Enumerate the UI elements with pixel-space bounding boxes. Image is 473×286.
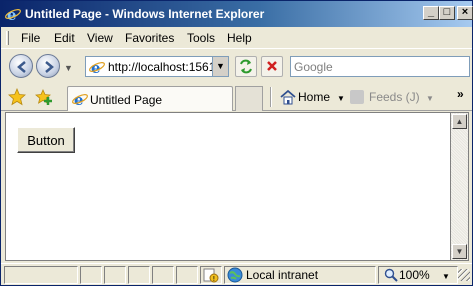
- favorites-star-icon[interactable]: [8, 87, 26, 109]
- menu-edit[interactable]: Edit: [54, 31, 75, 45]
- minimize-button[interactable]: _: [423, 6, 439, 20]
- svg-text:e: e: [74, 91, 84, 107]
- tab-page-icon: e: [72, 91, 88, 110]
- back-arrow-icon: [17, 61, 26, 73]
- menu-file[interactable]: File: [21, 31, 40, 45]
- menu-view[interactable]: View: [87, 31, 113, 45]
- status-panel: [80, 266, 102, 284]
- page-content: Button: [5, 112, 451, 261]
- page-lock-icon: !: [203, 268, 219, 283]
- tab-untitled-page[interactable]: e Untitled Page: [67, 86, 233, 111]
- toolbar-grip[interactable]: [6, 31, 9, 45]
- tab-toolbar: e Untitled Page Home ▼ Feeds (J) ▼ »: [1, 83, 472, 111]
- home-icon[interactable]: [280, 89, 296, 108]
- address-toolbar: ▼ e http://localhost:1561/ ▼ Google: [1, 49, 472, 83]
- window-title: Untitled Page - Windows Internet Explore…: [25, 7, 265, 21]
- search-input[interactable]: Google: [290, 56, 470, 77]
- feeds-button[interactable]: Feeds (J): [369, 90, 420, 104]
- refresh-button[interactable]: [235, 56, 257, 77]
- status-panel: [128, 266, 150, 284]
- svg-text:e: e: [91, 59, 101, 75]
- address-text: http://localhost:1561/: [108, 60, 212, 74]
- home-dropdown-button[interactable]: ▼: [337, 94, 345, 103]
- close-button[interactable]: ×: [457, 6, 473, 20]
- stop-button[interactable]: [261, 56, 283, 77]
- back-button[interactable]: [9, 54, 33, 78]
- status-panel: [152, 266, 174, 284]
- forward-arrow-icon: [45, 61, 54, 73]
- page-icon: e: [89, 59, 105, 77]
- page-button[interactable]: Button: [17, 127, 75, 153]
- resize-grip[interactable]: [458, 269, 470, 281]
- refresh-icon: [240, 59, 252, 74]
- toolbar-overflow-chevron[interactable]: »: [457, 87, 464, 101]
- scroll-up-button[interactable]: ▲: [452, 114, 467, 129]
- globe-icon: [227, 267, 243, 286]
- recent-pages-dropdown[interactable]: ▼: [64, 63, 73, 73]
- forward-button[interactable]: [36, 54, 60, 78]
- svg-text:e: e: [7, 6, 17, 22]
- feeds-icon[interactable]: [350, 90, 364, 104]
- zoom-dropdown-button[interactable]: ▼: [442, 272, 450, 281]
- status-panel: [176, 266, 198, 284]
- stop-icon: [267, 61, 277, 71]
- address-dropdown-button[interactable]: ▼: [212, 57, 228, 76]
- search-placeholder: Google: [294, 60, 333, 74]
- magnifier-icon: [384, 268, 398, 285]
- status-bar: ! Local intranet 100% ▼: [1, 263, 472, 285]
- status-text-panel: [4, 266, 78, 284]
- new-tab-button[interactable]: [235, 86, 263, 111]
- menu-favorites[interactable]: Favorites: [125, 31, 174, 45]
- tab-label: Untitled Page: [90, 93, 163, 107]
- status-panel: [104, 266, 126, 284]
- protected-mode-panel[interactable]: !: [200, 266, 222, 284]
- add-favorite-icon[interactable]: [35, 88, 53, 109]
- vertical-scrollbar[interactable]: ▲ ▼: [451, 112, 469, 261]
- maximize-button[interactable]: □: [439, 6, 455, 20]
- ie-logo-icon: e: [5, 6, 21, 24]
- browser-window: e Untitled Page - Windows Internet Explo…: [0, 0, 473, 286]
- svg-text:!: !: [213, 275, 216, 283]
- scroll-down-button[interactable]: ▼: [452, 244, 467, 259]
- menu-bar: File Edit View Favorites Tools Help: [1, 27, 472, 49]
- security-zone-label: Local intranet: [246, 268, 319, 282]
- feeds-dropdown-button[interactable]: ▼: [426, 94, 434, 103]
- menu-tools[interactable]: Tools: [187, 31, 215, 45]
- address-input[interactable]: e http://localhost:1561/ ▼: [85, 56, 229, 77]
- zoom-level: 100%: [399, 268, 430, 282]
- toolbar-separator: [270, 87, 272, 107]
- home-button[interactable]: Home: [298, 90, 330, 104]
- menu-help[interactable]: Help: [227, 31, 252, 45]
- title-bar[interactable]: e Untitled Page - Windows Internet Explo…: [1, 1, 473, 27]
